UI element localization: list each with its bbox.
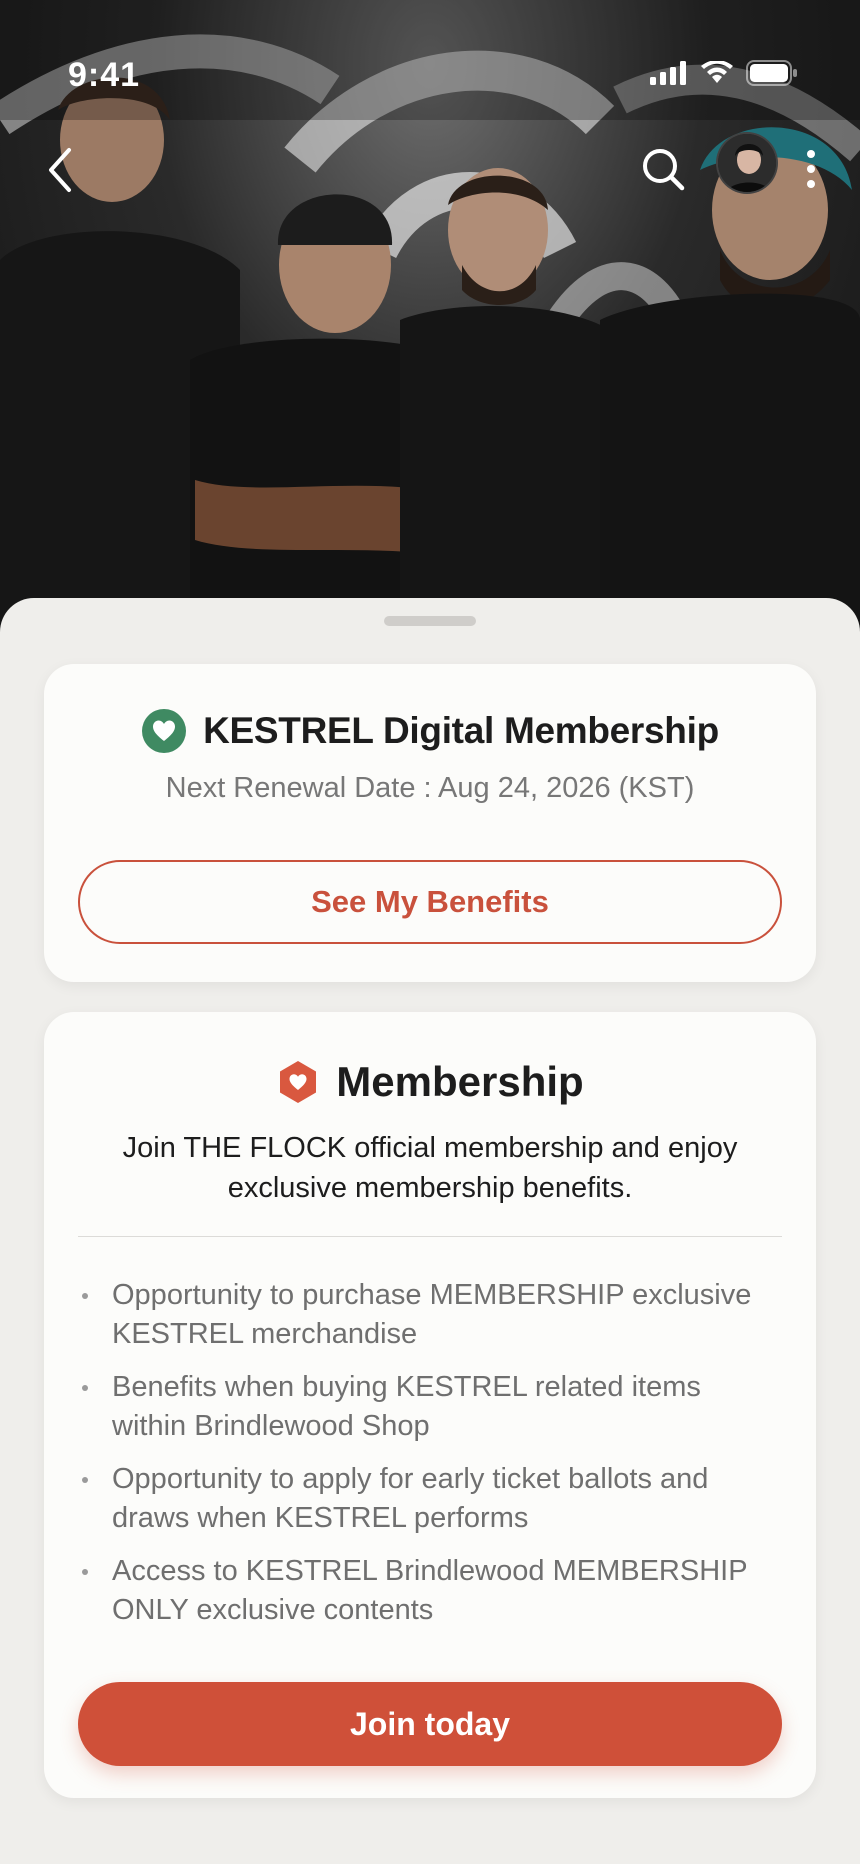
avatar[interactable] xyxy=(716,132,778,194)
sheet-drag-handle[interactable] xyxy=(384,616,476,626)
list-item: Opportunity to purchase MEMBERSHIP exclu… xyxy=(78,1276,782,1354)
membership-title-row: KESTREL Digital Membership xyxy=(44,708,816,754)
more-vertical-icon xyxy=(807,165,815,173)
bullet xyxy=(82,1385,88,1391)
join-description: Join THE FLOCK official membership and e… xyxy=(122,1132,738,1204)
more-options-button[interactable] xyxy=(798,144,824,194)
list-item: Access to KESTREL Brindlewood MEMBERSHIP… xyxy=(78,1552,782,1630)
bullet xyxy=(82,1477,88,1483)
search-button[interactable] xyxy=(636,142,692,198)
join-membership-card: Membership Join THE FLOCK official membe… xyxy=(44,1012,816,1798)
join-title-row: Membership xyxy=(44,1058,816,1106)
chevron-left-icon xyxy=(49,148,71,192)
back-button[interactable] xyxy=(38,140,82,200)
benefit-text: Opportunity to apply for early ticket ba… xyxy=(112,1463,709,1534)
bullet xyxy=(82,1569,88,1575)
membership-title: KESTREL Digital Membership xyxy=(203,710,719,751)
status-bar: 9:41 xyxy=(0,0,860,150)
renewal-date: Next Renewal Date : Aug 24, 2026 (KST) xyxy=(165,772,695,804)
join-card-title: Membership xyxy=(336,1058,584,1105)
signal-icon xyxy=(650,61,686,85)
benefit-list: Opportunity to purchase MEMBERSHIP exclu… xyxy=(78,1276,782,1644)
bottom-sheet: KESTREL Digital Membership Next Renewal … xyxy=(0,598,860,1864)
wifi-icon xyxy=(701,61,733,83)
more-vertical-icon xyxy=(807,150,815,158)
list-item: Opportunity to apply for early ticket ba… xyxy=(78,1460,782,1538)
list-item: Benefits when buying KESTREL related ite… xyxy=(78,1368,782,1446)
status-time: 9:41 xyxy=(68,56,141,94)
divider xyxy=(78,1236,782,1237)
benefit-text: Benefits when buying KESTREL related ite… xyxy=(112,1371,701,1442)
bullet xyxy=(82,1293,88,1299)
benefit-text: Access to KESTREL Brindlewood MEMBERSHIP… xyxy=(112,1555,748,1626)
status-icons xyxy=(650,60,798,86)
heart-hexagon-icon xyxy=(280,1061,317,1103)
battery-icon xyxy=(746,60,797,86)
benefit-text: Opportunity to purchase MEMBERSHIP exclu… xyxy=(112,1279,752,1350)
see-my-benefits-button[interactable]: See My Benefits xyxy=(78,860,782,944)
search-icon xyxy=(643,149,685,191)
current-membership-card: KESTREL Digital Membership Next Renewal … xyxy=(44,664,816,982)
heart-circle-icon xyxy=(142,709,187,753)
join-today-button[interactable]: Join today xyxy=(78,1682,782,1766)
hero-band-photo: 9:41 xyxy=(0,0,860,640)
more-vertical-icon xyxy=(807,180,815,188)
